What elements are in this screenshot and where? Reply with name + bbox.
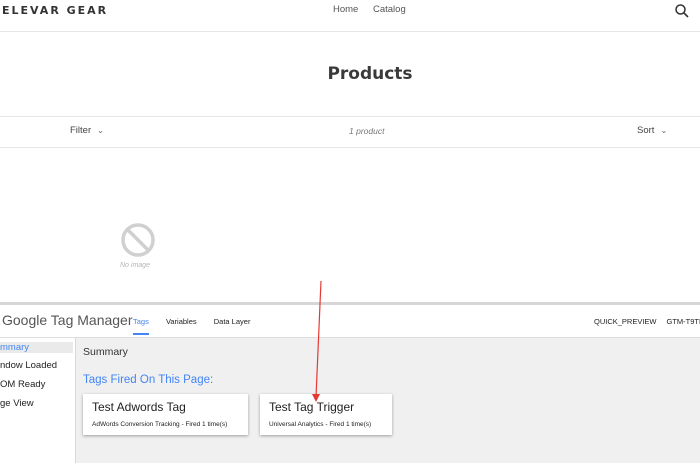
filter-dropdown[interactable]: Filter ⌄	[70, 125, 104, 136]
chevron-down-icon: ⌄	[97, 126, 104, 135]
no-image-icon[interactable]	[120, 222, 156, 258]
main-nav: Home Catalog	[333, 4, 418, 15]
store-logo[interactable]: ELEVAR GEAR	[2, 4, 108, 17]
no-image-label: No image	[120, 262, 150, 269]
tab-variables[interactable]: Variables	[166, 317, 197, 326]
toolbar-divider-top	[0, 116, 700, 117]
quick-preview-label: QUICK_PREVIEW	[594, 317, 657, 326]
tab-data-layer[interactable]: Data Layer	[214, 317, 251, 326]
sidebar-item-summary[interactable]: mmary	[0, 342, 73, 353]
gtm-top-bar: Google Tag Manager Tags Variables Data L…	[0, 305, 700, 338]
gtm-sidebar: mmary ndow Loaded OM Ready ge View	[0, 338, 76, 463]
nav-home-link[interactable]: Home	[333, 4, 358, 15]
nav-catalog-link[interactable]: Catalog	[373, 4, 406, 15]
tag-name: Test Tag Trigger	[269, 400, 355, 414]
gtm-tabs: Tags Variables Data Layer	[133, 317, 265, 335]
tag-name: Test Adwords Tag	[92, 400, 186, 414]
sidebar-item-dom-ready[interactable]: OM Ready	[0, 379, 45, 390]
sort-label: Sort	[637, 125, 655, 136]
filter-label: Filter	[70, 125, 92, 136]
store-header: ELEVAR GEAR Home Catalog	[0, 0, 700, 24]
product-count: 1 product	[349, 126, 385, 136]
page-title: Products	[327, 64, 413, 84]
header-divider	[0, 31, 700, 32]
tags-fired-heading: Tags Fired On This Page:	[83, 374, 214, 386]
tag-card-adwords[interactable]: Test Adwords Tag AdWords Conversion Trac…	[83, 394, 248, 435]
toolbar-divider-bottom	[0, 147, 700, 148]
sort-dropdown[interactable]: Sort ⌄	[637, 125, 667, 136]
sidebar-item-page-view[interactable]: ge View	[0, 398, 34, 409]
chevron-down-icon: ⌄	[660, 126, 668, 135]
gtm-logo: Google Tag Manager	[2, 312, 133, 328]
tag-description: Universal Analytics - Fired 1 time(s)	[269, 421, 372, 428]
container-id-label: GTM-T9TF	[666, 317, 700, 326]
tag-description: AdWords Conversion Tracking - Fired 1 ti…	[92, 421, 228, 428]
summary-title: Summary	[83, 346, 128, 358]
search-icon[interactable]	[674, 3, 690, 19]
gtm-header-right: QUICK_PREVIEW GTM-T9TF	[594, 317, 700, 326]
tag-card-trigger[interactable]: Test Tag Trigger Universal Analytics - F…	[260, 394, 392, 435]
tab-tags[interactable]: Tags	[133, 317, 149, 335]
sidebar-item-window-loaded[interactable]: ndow Loaded	[0, 360, 57, 371]
